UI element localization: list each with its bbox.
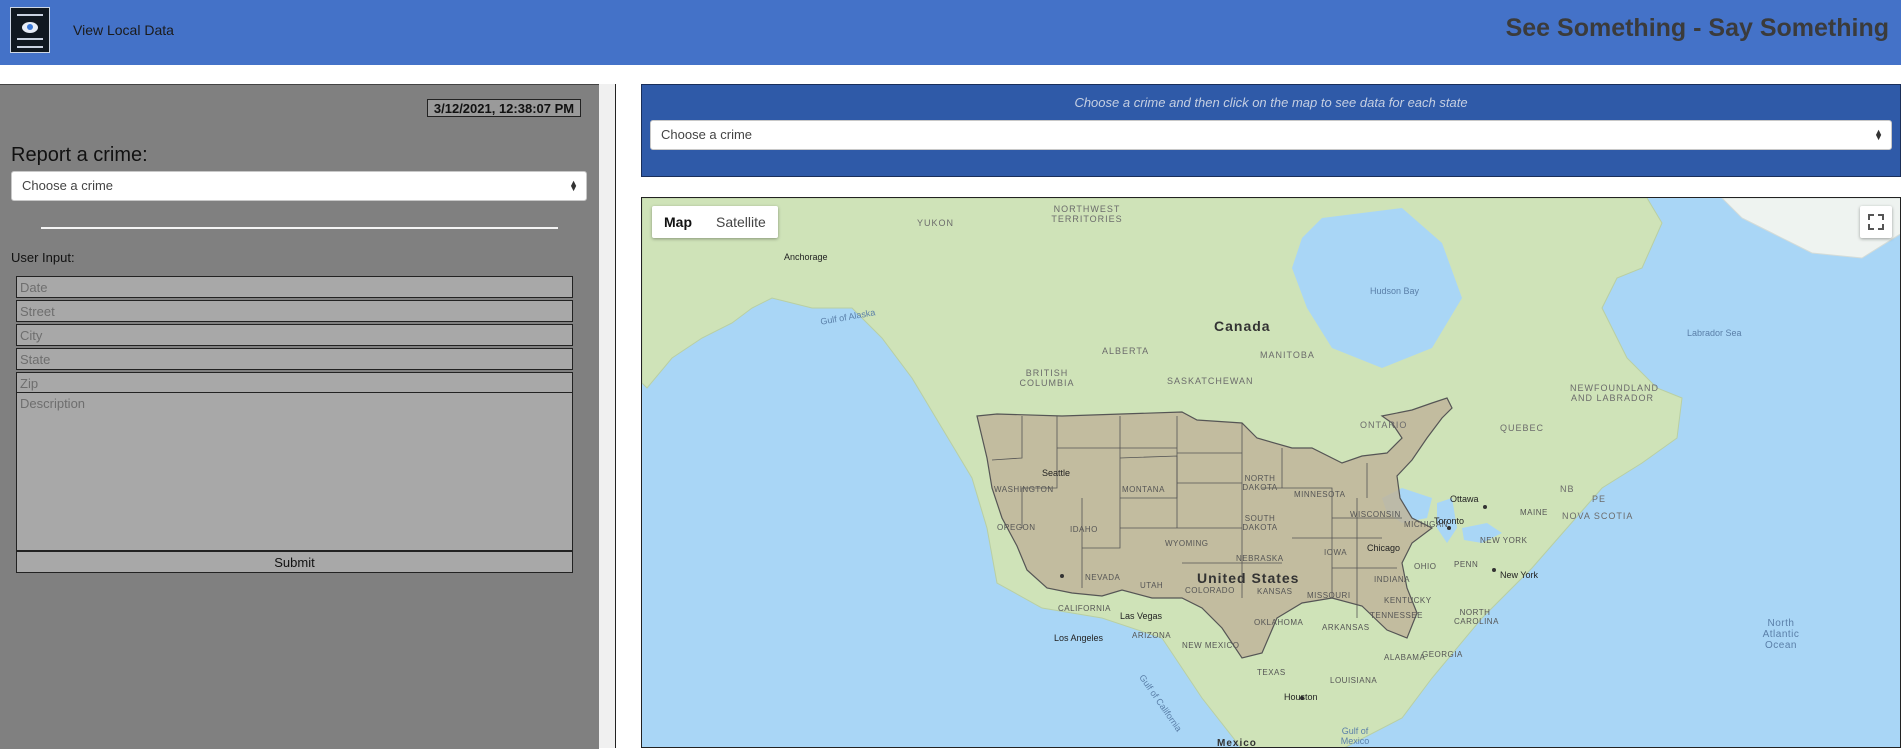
map-label-yukon: YUKON [917,218,955,228]
map-label-new-york-city: New York [1500,570,1539,580]
map-label-ohio: OHIO [1414,562,1437,571]
map-label-nova-scotia: NOVA SCOTIA [1562,511,1634,521]
map-label-seattle: Seattle [1042,468,1071,478]
map-label-wyoming: WYOMING [1165,539,1209,548]
map-type-map-button[interactable]: Map [652,206,704,238]
map-label-new-mexico: NEW MEXICO [1182,641,1240,650]
map-label-minnesota: MINNESOTA [1294,490,1346,499]
map-label-nevada: NEVADA [1085,573,1121,582]
report-crime-panel: 3/12/2021, 12:38:07 PM Report a crime: C… [0,84,599,749]
map-label-north-carolina: NORTH CAROLINA [1454,608,1499,626]
current-timestamp: 3/12/2021, 12:38:07 PM [427,99,581,117]
map-label-tennessee: TENNESSEE [1370,611,1423,620]
map-label-quebec: QUEBEC [1500,423,1545,433]
map-label-wisconsin: WISCONSIN [1350,510,1401,519]
map-label-saskatchewan: SASKATCHEWAN [1167,376,1254,386]
top-navbar: View Local Data See Something - Say Some… [0,0,1901,65]
crime-filter-panel: Choose a crime and then click on the map… [641,84,1901,177]
select-caret-icon: ▲ ▼ [569,178,578,193]
map-label-montana: MONTANA [1122,485,1165,494]
user-input-label: User Input: [11,250,75,265]
map-label-iowa: IOWA [1324,548,1348,557]
map-label-pe: PE [1592,494,1607,504]
report-panel-scrollbar[interactable] [599,84,616,748]
app-logo[interactable] [10,7,50,53]
map-label-kansas: KANSAS [1257,587,1293,596]
map-label-las-vegas: Las Vegas [1120,611,1163,621]
map-label-utah: UTAH [1140,581,1164,590]
map-label-maine: MAINE [1520,508,1548,517]
map-label-north-dakota: NORTH DAKOTA [1242,474,1278,492]
map-label-louisiana: LOUISIANA [1330,676,1378,685]
eye-icon [22,22,38,33]
map-label-nebraska: NEBRASKA [1236,554,1284,563]
map-label-kentucky: KENTUCKY [1384,596,1432,605]
filter-crime-select-value: Choose a crime [661,127,753,142]
panel-divider [41,227,558,229]
map-label-nwt: NORTHWEST TERRITORIES [1051,204,1123,224]
report-crime-select-value: Choose a crime [22,178,114,193]
map-label-manitoba: MANITOBA [1260,350,1315,360]
map-label-south-dakota: SOUTH DAKOTA [1242,514,1278,532]
submit-button[interactable]: Submit [16,551,573,573]
filter-crime-select[interactable]: Choose a crime ▲ ▼ [650,120,1892,150]
state-field[interactable] [16,348,573,370]
map-label-arizona: ARIZONA [1132,631,1172,640]
report-crime-heading: Report a crime: [11,144,148,166]
map-label-alabama: ALABAMA [1384,653,1426,662]
map-label-california: CALIFORNIA [1058,604,1112,613]
report-crime-select[interactable]: Choose a crime ▲ ▼ [11,171,587,201]
map-canvas[interactable] [642,198,1901,748]
map-label-arkansas: ARKANSAS [1322,623,1370,632]
description-field[interactable] [16,392,573,551]
map-label-new-york: NEW YORK [1480,536,1528,545]
map-label-bc: BRITISH COLUMBIA [1019,368,1075,388]
filter-hint-text: Choose a crime and then click on the map… [1074,95,1468,110]
map-label-north-atlantic: North Atlantic Ocean [1762,618,1800,651]
map-label-labrador-sea: Labrador Sea [1687,328,1742,338]
map-label-anchorage: Anchorage [784,252,828,262]
city-field[interactable] [16,324,573,346]
date-field[interactable] [16,276,573,298]
map-label-oklahoma: OKLAHOMA [1254,618,1304,627]
map-label-penn: PENN [1454,560,1479,569]
map-label-oregon: OREGON [997,523,1036,532]
map-type-satellite-button[interactable]: Satellite [704,206,778,238]
select-caret-icon: ▲ ▼ [1874,127,1883,142]
street-field[interactable] [16,300,573,322]
app-brand-title: See Something - Say Something [1505,14,1889,42]
map-label-ontario: ONTARIO [1360,420,1408,430]
map-label-mexico: Mexico [1217,738,1257,748]
map-label-chicago: Chicago [1367,543,1401,553]
view-local-data-link[interactable]: View Local Data [73,22,174,38]
map-label-nb: NB [1560,484,1575,494]
map-label-colorado: COLORADO [1185,586,1235,595]
map-label-ottawa: Ottawa [1450,494,1479,504]
map-label-texas: TEXAS [1257,668,1286,677]
map-label-canada: Canada [1214,318,1271,334]
map-type-control: Map Satellite [652,206,778,238]
map-label-missouri: MISSOURI [1307,591,1351,600]
map-label-georgia: GEORGIA [1422,650,1463,659]
fullscreen-icon [1868,214,1884,230]
map-label-houston: Houston [1284,692,1318,702]
map-label-hudson-bay: Hudson Bay [1370,286,1420,296]
map-label-toronto: Toronto [1434,516,1465,526]
zip-field[interactable] [16,372,573,394]
map-label-newfoundland: NEWFOUNDLAND AND LABRADOR [1570,383,1660,403]
map-label-alberta: ALBERTA [1102,346,1150,356]
map-label-indiana: INDIANA [1374,575,1410,584]
map-label-gulf-of-mexico: Gulf of Mexico [1340,726,1370,746]
map-label-washington: WASHINGTON [994,485,1054,494]
crime-map[interactable]: Canada United States Mexico YUKON NORTHW… [641,197,1901,748]
fullscreen-button[interactable] [1860,206,1892,238]
map-label-los-angeles: Los Angeles [1054,633,1104,643]
map-label-idaho: IDAHO [1070,525,1098,534]
map-label-united-states: United States [1197,570,1300,586]
